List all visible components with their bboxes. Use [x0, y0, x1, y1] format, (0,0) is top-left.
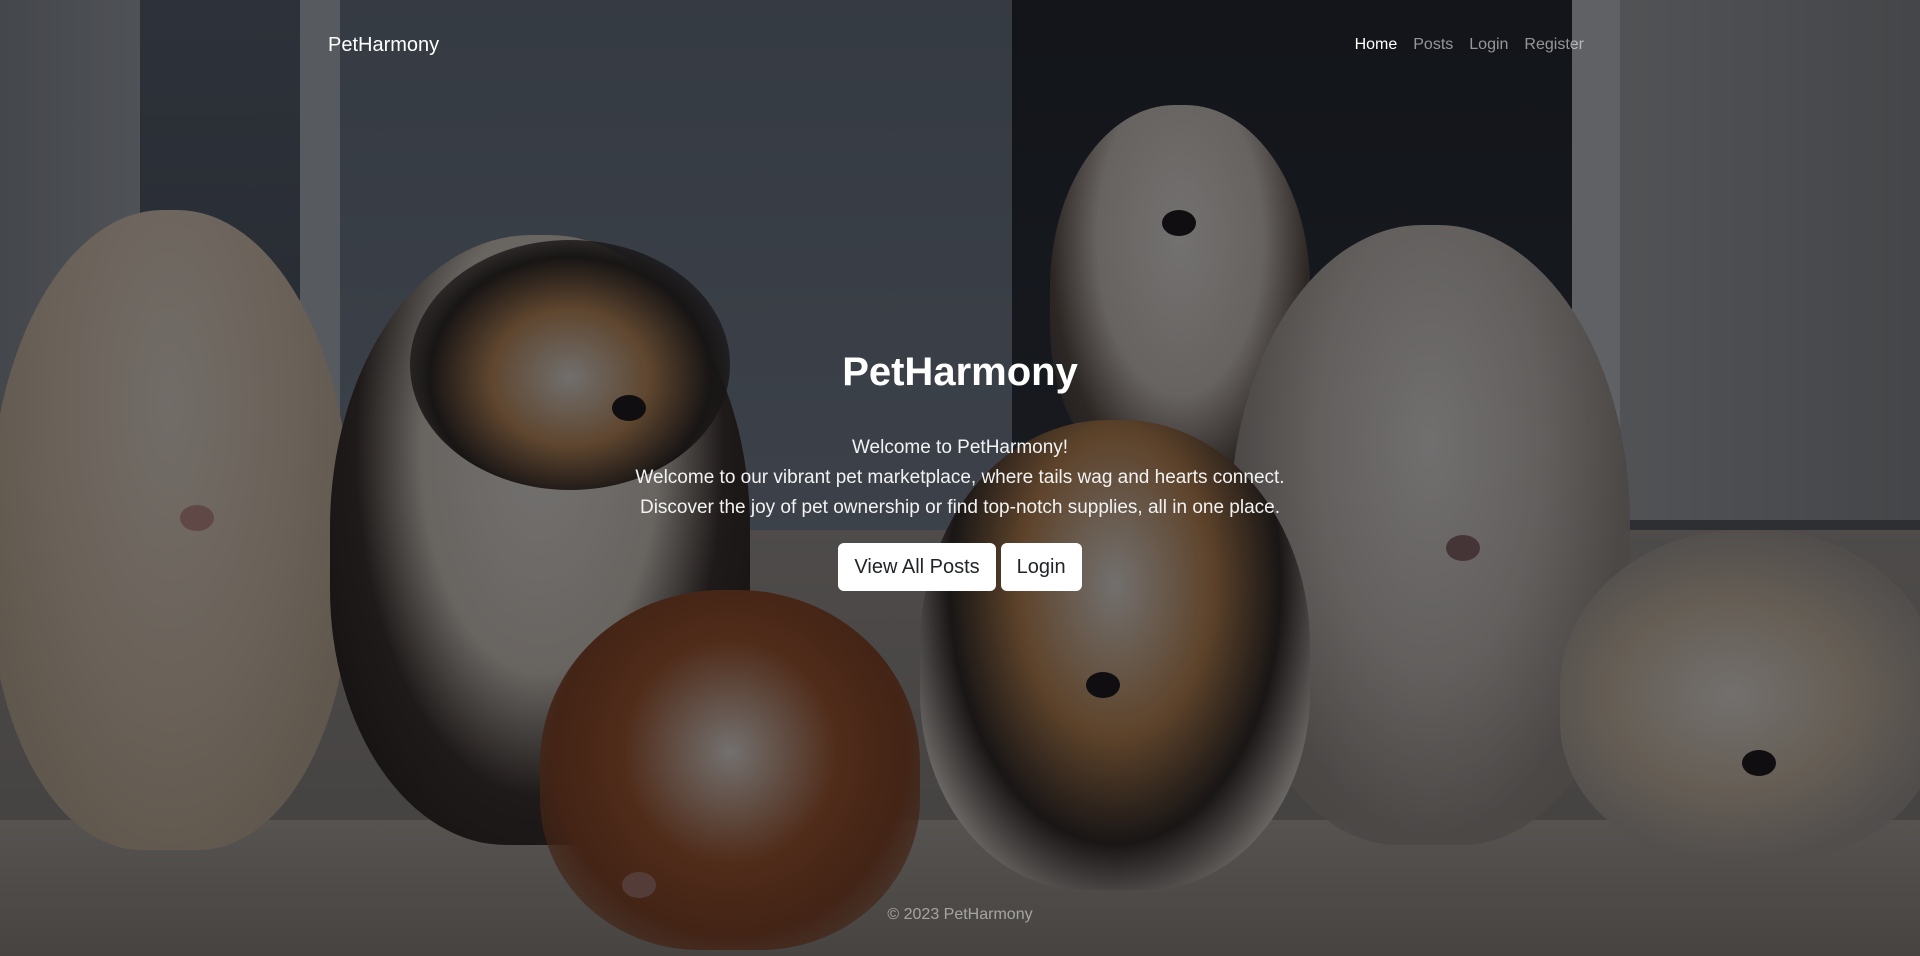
nav-links: Home Posts Login Register: [1347, 36, 1592, 54]
hero-welcome-line: Welcome to PetHarmony!: [851, 437, 1069, 458]
brand-link[interactable]: PetHarmony: [328, 34, 439, 57]
nav-link-login[interactable]: Login: [1461, 36, 1516, 54]
footer-copyright: © 2023 PetHarmony: [887, 906, 1033, 923]
nav-link-register[interactable]: Register: [1516, 36, 1592, 54]
nav-link-posts[interactable]: Posts: [1405, 36, 1461, 54]
hero-section: PetHarmony Welcome to PetHarmony! Welcom…: [0, 350, 1920, 591]
hero-discover-line: Discover the joy of pet ownership or fin…: [639, 497, 1281, 518]
login-button[interactable]: Login: [1000, 543, 1082, 591]
view-all-posts-button[interactable]: View All Posts: [838, 543, 996, 591]
hero-description-line: Welcome to our vibrant pet marketplace, …: [635, 467, 1285, 488]
navbar: PetHarmony Home Posts Login Register: [0, 0, 1920, 90]
hero-title: PetHarmony: [842, 350, 1078, 394]
hero-button-row: View All Posts Login: [0, 543, 1920, 591]
nav-link-home[interactable]: Home: [1347, 36, 1406, 54]
